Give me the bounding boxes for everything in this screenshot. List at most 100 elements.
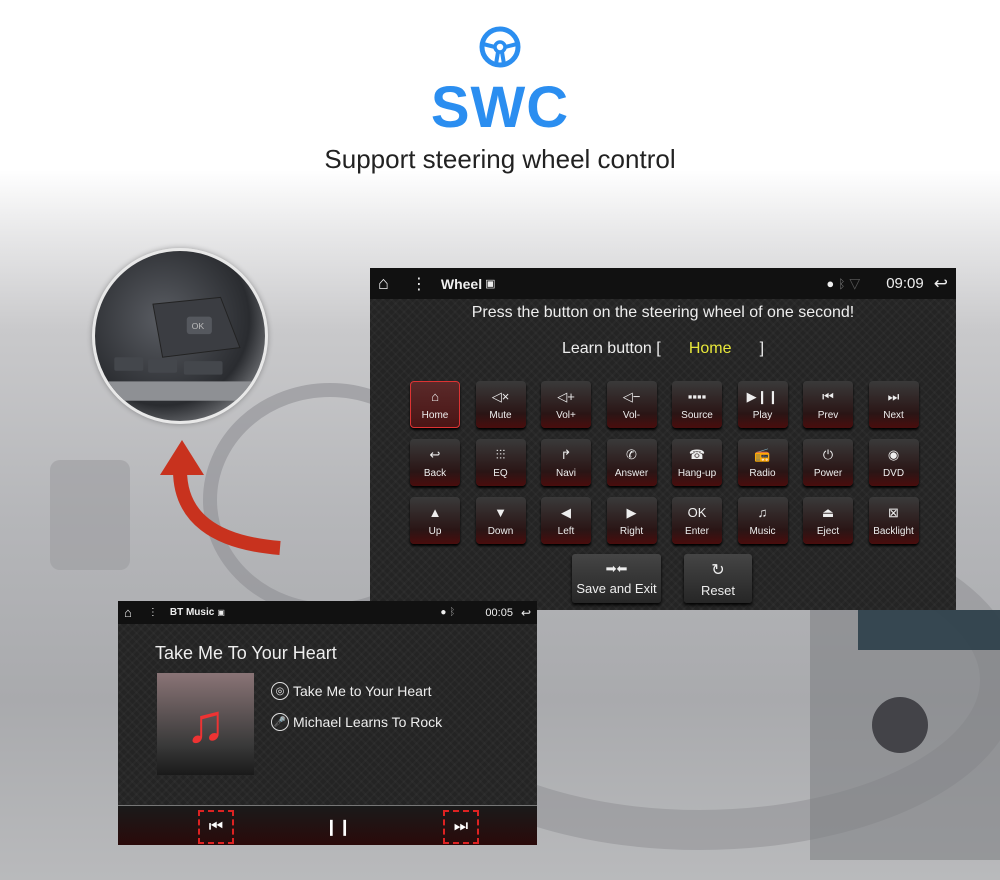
key-mute-button[interactable]: ◁× Mute [475, 381, 526, 428]
key-label: Navi [555, 468, 576, 479]
play-pause-icon: ▶❙❙ [746, 389, 779, 404]
back-icon: ↩ [429, 447, 441, 462]
key-eq-button[interactable]: ⫶⫶⫶ EQ [475, 439, 526, 486]
key-prev-button[interactable]: ⏮ Prev [803, 381, 853, 428]
bluetooth-icon: ᛒ [838, 276, 846, 291]
bt-music-screen: ⌂ ⋮ BT Music ▣ ● ᛒ 00:05 ↩ Take Me To Yo… [118, 601, 537, 845]
artist-row: 🎤 Michael Learns To Rock [271, 713, 442, 731]
previous-icon: ⏮ [208, 818, 224, 835]
next-button[interactable]: ⏭ [443, 810, 479, 844]
pause-button[interactable]: ❙❙ [320, 810, 356, 844]
home-icon: ⌂ [431, 389, 439, 404]
key-label: EQ [493, 468, 508, 479]
backlight-icon: ⊠ [888, 505, 899, 520]
key-next-button[interactable]: ⏭ Next [868, 381, 919, 428]
track-row: ◎ Take Me to Your Heart [271, 682, 432, 700]
wifi-icon: ▽ [849, 275, 861, 291]
pause-icon: ❙❙ [324, 819, 352, 836]
key-home-button[interactable]: ⌂ Home [410, 381, 460, 428]
volume-up-icon: ◁+ [557, 389, 575, 404]
key-label: Vol- [622, 410, 641, 421]
steering-wheel-icon [479, 26, 521, 68]
key-backlight-button[interactable]: ⊠ Backlight [868, 497, 919, 544]
left-arrow-icon: ◀ [561, 505, 571, 520]
key-radio-button[interactable]: 📻 Radio [737, 439, 788, 486]
key-power-button[interactable]: ⏻ Power [803, 439, 853, 486]
key-back-button[interactable]: ↩ Back [410, 439, 460, 486]
location-icon: ● [440, 607, 447, 618]
key-hang-up-button[interactable]: ☎ Hang-up [672, 439, 722, 486]
key-label: Vol+ [556, 410, 576, 421]
key-label: Prev [817, 410, 839, 421]
home-icon[interactable]: ⌂ [124, 605, 132, 620]
swc-subtitle: Support steering wheel control [324, 144, 676, 174]
key-eject-button[interactable]: ⏏ Eject [803, 497, 853, 544]
reset-button[interactable]: ↻ Reset [684, 554, 752, 603]
back-icon[interactable]: ↩ [934, 274, 948, 294]
key-up-button[interactable]: ▲ Up [410, 497, 460, 544]
key-down-button[interactable]: ▼ Down [475, 497, 526, 544]
swc-title: SWC [430, 75, 570, 140]
source-icon: ▪▪▪▪ [687, 389, 707, 404]
function-button-grid: ⌂ Home ◁× Mute ◁+ Vol+ ◁− Vol- ▪▪▪▪ Source ▶❙❙ Play… [410, 381, 919, 544]
previous-icon: ⏮ [822, 389, 834, 404]
key-right-button[interactable]: ▶ Right [606, 497, 657, 544]
save-exit-icon: ➡⬅ [605, 561, 628, 576]
key-vol-button[interactable]: ◁− Vol- [606, 381, 657, 428]
bracket-close: ] [759, 340, 765, 357]
app-title: BT Music [169, 607, 215, 618]
key-vol-button[interactable]: ◁+ Vol+ [541, 381, 591, 428]
next-icon: ⏭ [453, 818, 469, 835]
key-label: Backlight [873, 526, 914, 537]
phone-answer-icon: ✆ [626, 447, 637, 462]
save-and-exit-button[interactable]: ➡⬅ Save and Exit [572, 554, 661, 603]
key-label: Radio [749, 468, 776, 479]
key-answer-button[interactable]: ✆ Answer [606, 439, 657, 486]
navigation-icon: ↱ [560, 447, 572, 462]
wheel-settings-screen: ⌂ ⋮ Wheel ▣ ● ᛒ ▽ 09:09 ↩ Press the butt… [370, 268, 956, 610]
hero-header: SWC Support steering wheel control [0, 25, 1000, 175]
microphone-icon: 🎤 [271, 713, 289, 731]
clock: 00:05 [485, 606, 513, 619]
music-note-icon: ♫ [757, 505, 768, 520]
track-title: Take Me to Your Heart [293, 683, 432, 699]
key-label: Right [619, 526, 644, 537]
key-label: Left [557, 526, 575, 537]
power-icon: ⏻ [822, 447, 834, 462]
key-label: Up [428, 526, 442, 537]
key-label: Enter [685, 526, 709, 537]
status-bar: ⌂ ⋮ Wheel ▣ ● ᛒ ▽ 09:09 ↩ [370, 268, 956, 299]
key-play-button[interactable]: ▶❙❙ Play [737, 381, 788, 428]
key-dvd-button[interactable]: ◉ DVD [868, 439, 919, 486]
previous-button[interactable]: ⏮ [198, 810, 234, 844]
key-left-button[interactable]: ◀ Left [541, 497, 591, 544]
hang-up-icon: ☎ [688, 447, 706, 462]
menu-icon[interactable]: ⋮ [148, 607, 158, 618]
playback-controls: ⏮ ❙❙ ⏭ [118, 805, 537, 845]
red-arrow-icon [160, 440, 281, 555]
reset-icon: ↻ [711, 561, 725, 579]
key-label: Next [883, 410, 904, 421]
artist-name: Michael Learns To Rock [293, 714, 443, 730]
learn-label: Learn button [561, 340, 652, 357]
key-label: Mute [489, 410, 512, 421]
volume-down-icon: ◁− [622, 389, 641, 404]
home-icon[interactable]: ⌂ [378, 273, 389, 294]
back-icon[interactable]: ↩ [521, 606, 531, 620]
key-enter-button[interactable]: OK Enter [672, 497, 722, 544]
key-source-button[interactable]: ▪▪▪▪ Source [672, 381, 722, 428]
radio-icon: 📻 [754, 447, 771, 462]
next-icon: ⏭ [887, 389, 900, 404]
key-label: Eject [816, 526, 840, 537]
key-label: Down [487, 526, 514, 537]
instruction-text: Press the button on the steering wheel o… [471, 304, 855, 321]
bracket-open: [ [656, 340, 661, 357]
bluetooth-icon: ᛒ [449, 607, 456, 618]
song-heading: Take Me To Your Heart [155, 643, 337, 663]
image-icon: ▣ [217, 608, 225, 617]
key-label: Answer [614, 468, 649, 479]
menu-icon[interactable]: ⋮ [411, 274, 427, 294]
key-music-button[interactable]: ♫ Music [737, 497, 788, 544]
key-navi-button[interactable]: ↱ Navi [541, 439, 591, 486]
mute-icon: ◁× [491, 389, 510, 404]
